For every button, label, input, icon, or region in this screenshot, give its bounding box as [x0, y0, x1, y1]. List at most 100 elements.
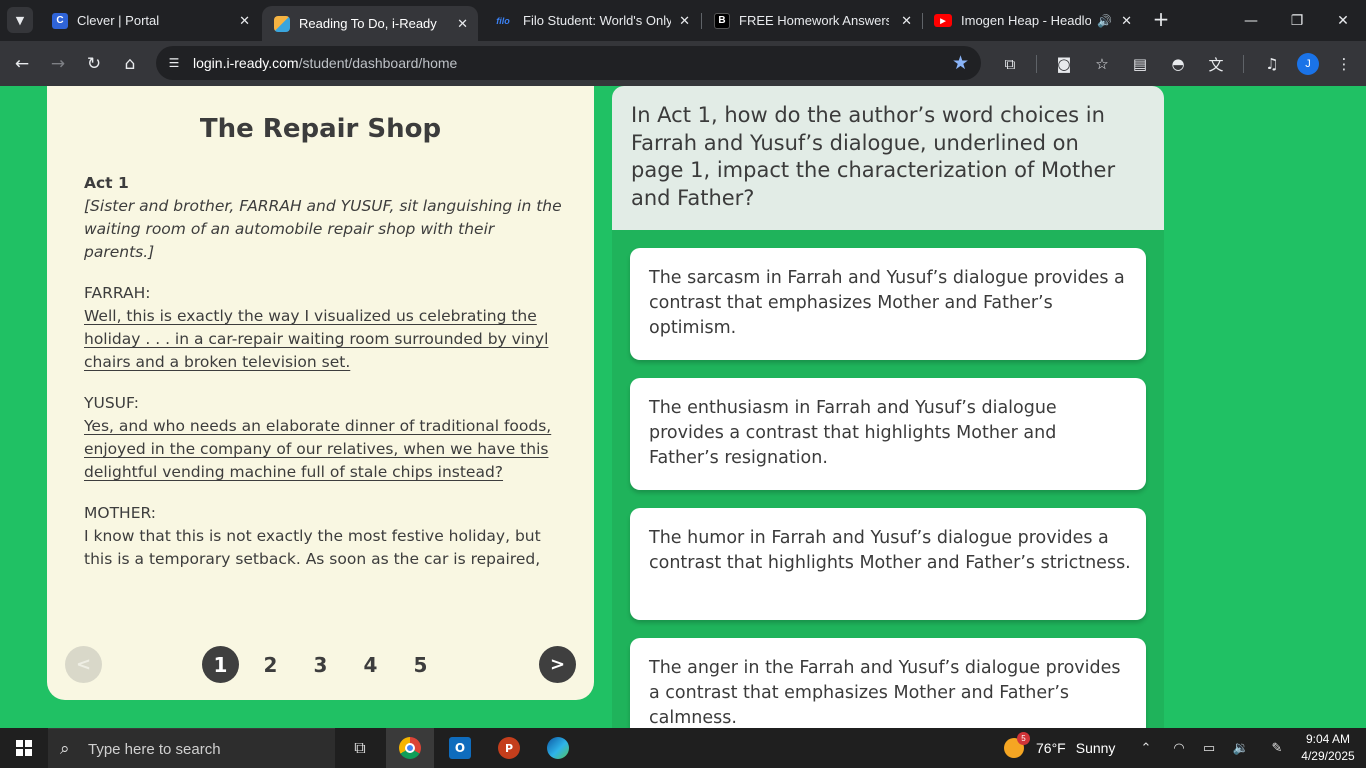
page-2-button[interactable]: 2 [252, 646, 289, 683]
reading-list-icon[interactable]: ▤ [1129, 53, 1151, 75]
arrow-left-icon: ← [14, 54, 30, 74]
taskbar-chrome[interactable] [386, 728, 434, 768]
passage-body[interactable]: Act 1 [Sister and brother, FARRAH and YU… [84, 172, 564, 588]
taskbar-edge[interactable] [538, 732, 578, 764]
tab-clever[interactable]: C Clever | Portal ✕ [40, 0, 260, 41]
tab-filo[interactable]: filo Filo Student: World's Only Li ✕ [480, 0, 700, 41]
tab-search-button[interactable]: ▼ [7, 7, 33, 33]
close-icon[interactable]: ✕ [679, 13, 690, 29]
passage-title: The Repair Shop [199, 114, 442, 144]
reload-icon: ↻ [86, 54, 102, 74]
minimize-button[interactable]: — [1228, 0, 1274, 41]
page-3-button[interactable]: 3 [302, 646, 339, 683]
task-view-button[interactable]: ⧉ [340, 732, 380, 764]
new-tab-button[interactable]: + [1150, 8, 1172, 32]
speaker-label: MOTHER: [84, 504, 157, 522]
url-text[interactable]: login.i-ready.com/student/dashboard/home [193, 55, 457, 71]
speaker-label: FARRAH: [84, 284, 151, 302]
tab-title: Reading To Do, i-Ready [299, 16, 437, 31]
bookmark-star-icon[interactable]: ★ [952, 52, 969, 74]
weather-temp: 76°F [1036, 740, 1066, 756]
weather-desc: Sunny [1075, 740, 1116, 756]
tab-title: Filo Student: World's Only Li [523, 13, 671, 28]
start-button[interactable] [0, 728, 48, 768]
close-icon[interactable]: ✕ [239, 13, 250, 29]
dialogue-line: I know that this is not exactly the most… [84, 527, 541, 568]
windows-logo-icon [16, 740, 32, 756]
browser-toolbar: ← → ↻ ⌂ ☰ login.i-ready.com/student/dash… [0, 41, 1366, 86]
restore-button[interactable]: ❐ [1274, 0, 1320, 41]
question-box: In Act 1, how do the author’s word choic… [612, 86, 1164, 230]
extensions-icon[interactable]: ⧉ [999, 53, 1021, 75]
dialogue-line-underlined: Well, this is exactly the way I visualiz… [84, 307, 549, 371]
taskbar-powerpoint[interactable]: P [489, 732, 529, 764]
speaker-label: YUSUF: [84, 394, 139, 412]
outlook-icon: O [449, 737, 471, 759]
volume-icon[interactable]: 🔉 [1232, 739, 1250, 757]
back-button[interactable]: ← [8, 50, 36, 78]
taskbar-search-box[interactable]: ⌕ Type here to search [48, 728, 335, 768]
home-icon: ⌂ [124, 54, 136, 74]
forward-button[interactable]: → [44, 50, 72, 78]
page-navigator: < 1 2 3 4 5 > [47, 646, 594, 683]
close-icon[interactable]: ✕ [457, 16, 468, 32]
url-host: login.i-ready.com [193, 55, 299, 71]
home-button[interactable]: ⌂ [116, 50, 144, 78]
close-icon: ✕ [1337, 12, 1349, 29]
reload-button[interactable]: ↻ [80, 50, 108, 78]
answer-choice-a[interactable]: The sarcasm in Farrah and Yusuf’s dialog… [630, 248, 1146, 360]
restore-icon: ❐ [1290, 12, 1304, 29]
clock-date: 4/29/2025 [1301, 749, 1355, 763]
tab-homework[interactable]: B FREE Homework Answers fro ✕ [702, 0, 922, 41]
answer-choice-text: The anger in the Farrah and Yusuf’s dial… [649, 658, 1121, 728]
system-clock[interactable]: 9:04 AM 4/29/2025 [1296, 731, 1360, 765]
previous-page-button[interactable]: < [65, 646, 102, 683]
close-window-button[interactable]: ✕ [1320, 0, 1366, 41]
iready-favicon-icon [274, 15, 290, 32]
menu-kebab-icon[interactable]: ⋮ [1333, 53, 1355, 75]
dialogue-line-underlined: Yes, and who needs an elaborate dinner o… [84, 417, 552, 481]
answer-choice-d[interactable]: The anger in the Farrah and Yusuf’s dial… [630, 638, 1146, 728]
speaker-icon[interactable]: 🔊 [1097, 14, 1112, 28]
chevron-up-icon[interactable]: ⌃ [1137, 739, 1155, 757]
tab-iready[interactable]: Reading To Do, i-Ready ✕ [262, 6, 478, 41]
minimize-icon: — [1244, 12, 1258, 29]
profile-avatar[interactable]: J [1297, 53, 1319, 75]
taskbar-outlook[interactable]: O [440, 732, 480, 764]
site-info-icon[interactable]: ☰ [165, 54, 183, 72]
chrome-icon [399, 737, 421, 759]
toolbar-separator [1036, 55, 1037, 73]
next-page-button[interactable]: > [539, 646, 576, 683]
tab-title: Clever | Portal [77, 13, 160, 28]
battery-icon[interactable]: ▭ [1200, 739, 1218, 757]
search-icon: ⌕ [60, 739, 70, 759]
page-1-button[interactable]: 1 [202, 646, 239, 683]
pen-icon[interactable]: ✎ [1268, 739, 1286, 757]
favorites-icon[interactable]: ☆ [1091, 53, 1113, 75]
taskbar-search-placeholder: Type here to search [88, 741, 221, 758]
tab-youtube[interactable]: ▶ Imogen Heap - Headloc 🔊 ✕ [922, 0, 1142, 41]
wifi-icon[interactable]: ◠ [1170, 739, 1188, 757]
page-5-button[interactable]: 5 [402, 646, 439, 683]
translate-icon[interactable]: 文 [1205, 53, 1227, 75]
chevron-down-icon: ▼ [15, 13, 25, 27]
incognito-icon[interactable]: ◓ [1167, 53, 1189, 75]
page-4-button[interactable]: 4 [352, 646, 389, 683]
address-bar[interactable]: ☰ login.i-ready.com/student/dashboard/ho… [156, 46, 981, 80]
answer-choice-text: The enthusiasm in Farrah and Yusuf’s dia… [649, 398, 1057, 468]
tab-title: Imogen Heap - Headloc [961, 13, 1091, 28]
close-icon[interactable]: ✕ [901, 13, 912, 29]
answer-choice-b[interactable]: The enthusiasm in Farrah and Yusuf’s dia… [630, 378, 1146, 490]
weather-widget[interactable]: 5 76°F Sunny [1004, 728, 1115, 768]
powerpoint-icon: P [498, 737, 520, 759]
bartleby-favicon-icon: B [714, 12, 730, 29]
question-text: In Act 1, how do the author’s word choic… [631, 103, 1116, 210]
act-heading: Act 1 [84, 174, 129, 192]
passage-panel: The Repair Shop Act 1 [Sister and brothe… [47, 86, 594, 700]
screenshot-icon[interactable]: ◙ [1053, 53, 1075, 75]
close-icon[interactable]: ✕ [1121, 13, 1132, 29]
tab-strip: ▼ C Clever | Portal ✕ Reading To Do, i-R… [0, 0, 1366, 41]
youtube-favicon-icon: ▶ [934, 14, 952, 27]
media-controls-icon[interactable]: ♫ [1261, 53, 1283, 75]
answer-choice-c[interactable]: The humor in Farrah and Yusuf’s dialogue… [630, 508, 1146, 620]
